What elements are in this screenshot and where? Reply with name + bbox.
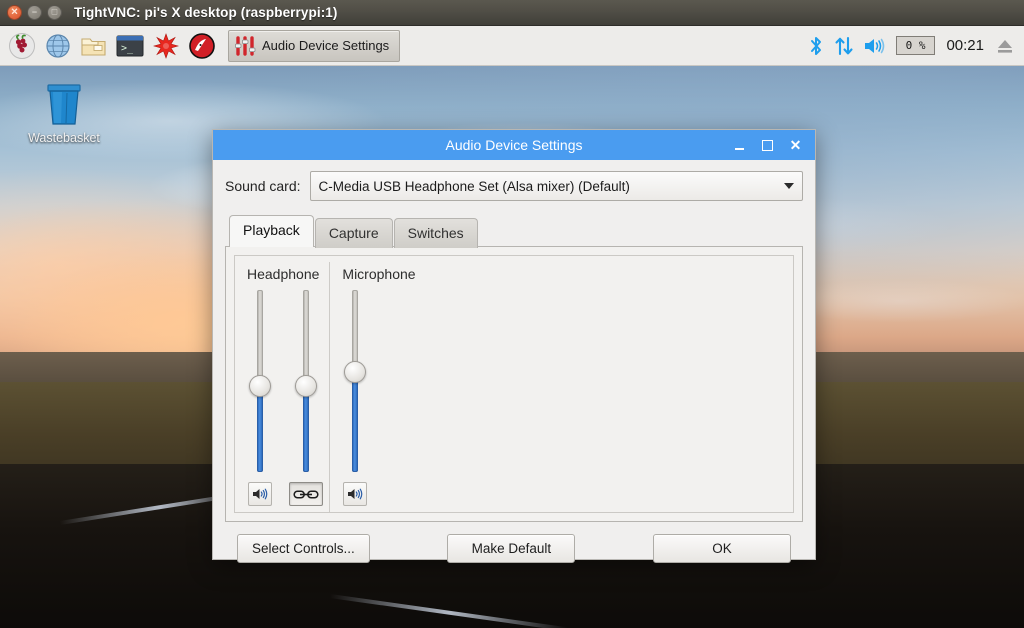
vnc-titlebar: ✕ – □ TightVNC: pi's X desktop (raspberr… <box>0 0 1024 26</box>
vnc-minimize-button[interactable]: – <box>27 5 42 20</box>
svg-text:>_: >_ <box>121 43 134 54</box>
mixer-controls-frame: Headphone Microphone <box>234 255 794 513</box>
slider-handle[interactable] <box>344 360 367 383</box>
control-group-title: Microphone <box>342 266 416 282</box>
terminal-icon: >_ <box>116 35 144 56</box>
eject-icon <box>998 39 1012 53</box>
network-updown-icon <box>835 36 853 55</box>
audio-device-settings-dialog: Audio Device Settings ✕ Sound card: C-Me… <box>212 129 816 563</box>
taskbar-window-list: Audio Device Settings <box>228 29 401 62</box>
dialog-close-button[interactable]: ✕ <box>789 138 802 152</box>
soundcard-row: Sound card: C-Media USB Headphone Set (A… <box>225 171 803 201</box>
volume-icon <box>864 38 884 53</box>
microphone-mute-button[interactable] <box>343 482 368 506</box>
bluetooth-icon <box>810 36 821 55</box>
slider-handle[interactable] <box>249 375 271 398</box>
dialog-title: Audio Device Settings <box>445 137 583 153</box>
system-tray: 0 % 00:21 <box>807 35 1024 57</box>
wastebasket-icon <box>47 84 81 125</box>
control-group-title: Headphone <box>247 266 320 282</box>
vnc-maximize-button[interactable]: □ <box>47 5 62 20</box>
slider-handle[interactable] <box>295 375 317 398</box>
tab-playback[interactable]: Playback <box>229 215 314 247</box>
slider-fill <box>303 386 309 472</box>
tab-panel-playback: Headphone Microphone <box>225 246 803 522</box>
desktop-icon-label: Wastebasket <box>28 131 100 145</box>
file-manager-icon <box>81 37 106 56</box>
headphone-left-mute-button[interactable] <box>248 482 272 506</box>
ok-button[interactable]: OK <box>652 534 791 563</box>
maximize-icon: □ <box>51 6 58 17</box>
tab-capture[interactable]: Capture <box>314 218 393 248</box>
vnc-window-title: TightVNC: pi's X desktop (raspberrypi:1) <box>74 5 338 20</box>
headphone-lock-channels-button[interactable] <box>289 482 323 506</box>
slider-fill <box>352 371 359 472</box>
tray-bluetooth[interactable] <box>807 35 825 57</box>
vnc-window-controls: ✕ – □ <box>0 5 62 20</box>
soundcard-dropdown[interactable]: C-Media USB Headphone Set (Alsa mixer) (… <box>309 171 803 201</box>
tray-network[interactable] <box>834 35 854 57</box>
dialog-titlebar[interactable]: Audio Device Settings ✕ <box>213 130 815 160</box>
microphone-slider[interactable] <box>344 290 367 472</box>
tray-eject[interactable] <box>995 35 1015 57</box>
speaker-icon <box>253 488 268 500</box>
dialog-body: Sound card: C-Media USB Headphone Set (A… <box>213 160 815 585</box>
headphone-channel-left <box>247 290 273 506</box>
minimize-icon: – <box>31 6 37 17</box>
cpu-usage-label: 0 % <box>905 39 926 52</box>
launcher-mathematica[interactable] <box>150 30 182 62</box>
desktop-icon-wastebasket[interactable]: Wastebasket <box>22 80 106 145</box>
launcher-wolfram[interactable] <box>186 30 218 62</box>
dialog-minimize-button[interactable] <box>735 141 748 150</box>
launcher-file-manager[interactable] <box>78 30 110 62</box>
speaker-icon <box>348 488 363 500</box>
vnc-close-button[interactable]: ✕ <box>7 5 22 20</box>
control-group-headphone: Headphone <box>235 262 329 512</box>
tray-clock[interactable]: 00:21 <box>944 37 986 54</box>
slider-fill <box>257 386 263 472</box>
dialog-button-bar: Select Controls... Make Default OK <box>225 522 803 575</box>
taskbar: >_ Audio Device Settings 0 % 00:21 <box>0 26 1024 66</box>
dialog-tabs: Playback Capture Switches <box>225 215 803 248</box>
close-icon: ✕ <box>10 6 19 17</box>
web-browser-icon <box>46 33 70 58</box>
headphone-channel-right <box>289 290 323 506</box>
headphone-left-slider[interactable] <box>249 290 271 472</box>
microphone-sliders <box>342 290 415 506</box>
tray-cpu-usage[interactable]: 0 % <box>895 36 936 55</box>
launcher-terminal[interactable]: >_ <box>114 30 146 62</box>
launcher-raspberry-menu[interactable] <box>6 30 38 62</box>
microphone-channel-mono <box>342 290 368 506</box>
wolfram-icon <box>189 32 215 59</box>
audio-mixer-icon <box>235 35 256 56</box>
control-group-microphone: Microphone <box>329 262 425 512</box>
soundcard-selected-value: C-Media USB Headphone Set (Alsa mixer) (… <box>318 178 630 194</box>
launcher-web-browser[interactable] <box>42 30 74 62</box>
raspberry-menu-icon <box>9 32 35 59</box>
tab-switches[interactable]: Switches <box>393 218 478 248</box>
tray-volume[interactable] <box>863 35 887 57</box>
make-default-button[interactable]: Make Default <box>447 534 576 563</box>
dialog-maximize-button[interactable] <box>762 140 775 151</box>
mathematica-icon <box>153 32 179 59</box>
taskbar-button-audio-device-settings[interactable]: Audio Device Settings <box>228 29 401 62</box>
headphone-right-slider[interactable] <box>295 290 317 472</box>
screen: ✕ – □ TightVNC: pi's X desktop (raspberr… <box>0 0 1024 628</box>
soundcard-label: Sound card: <box>225 178 301 194</box>
taskbar-launchers: >_ <box>0 30 218 62</box>
dialog-window-controls: ✕ <box>735 138 815 152</box>
chain-link-icon <box>293 489 319 499</box>
headphone-sliders <box>247 290 323 506</box>
chevron-down-icon <box>784 183 794 189</box>
select-controls-button[interactable]: Select Controls... <box>237 534 370 563</box>
taskbar-button-label: Audio Device Settings <box>262 38 390 53</box>
